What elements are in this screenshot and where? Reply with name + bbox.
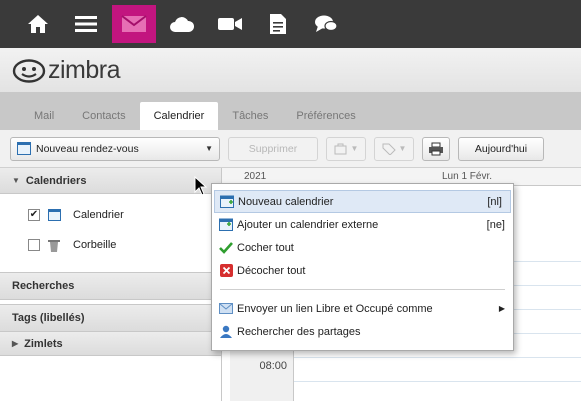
menu-item-label: Rechercher des partages	[237, 325, 361, 338]
trash-icon	[48, 239, 60, 252]
envelope-icon	[219, 302, 233, 316]
chevron-down-icon[interactable]: ▼	[205, 144, 213, 153]
menu-separator	[220, 289, 505, 290]
day-header-label: Lun 1 Févr.	[442, 171, 493, 182]
menu-item-shortcut: [nl]	[487, 195, 502, 208]
new-appointment-button[interactable]: Nouveau rendez-vous ▼	[10, 136, 220, 161]
logo-bar: zimbra	[0, 48, 581, 92]
menu-item-label: Cocher tout	[237, 241, 294, 254]
time-label: 08:00	[259, 360, 287, 372]
mail-icon	[121, 15, 147, 32]
app-mail[interactable]	[112, 5, 156, 43]
submenu-arrow-icon: ▶	[498, 304, 505, 313]
delete-button[interactable]: Supprimer	[228, 136, 318, 161]
print-button[interactable]	[422, 136, 450, 161]
zimbra-logo: zimbra	[12, 56, 121, 85]
app-bar	[0, 0, 581, 48]
zimbra-logo-icon	[12, 58, 46, 83]
expand-arrow-icon[interactable]: ▶	[12, 339, 18, 348]
printer-icon	[429, 142, 443, 155]
calendar-item-label: Corbeille	[73, 239, 117, 251]
tags-header[interactable]: Tags (libellés)	[0, 304, 221, 332]
menu-item-label: Ajouter un calendrier externe	[237, 218, 379, 231]
calendar-item-corbeille[interactable]: Corbeille	[0, 230, 221, 260]
tab-contacts[interactable]: Contacts	[68, 102, 139, 130]
tab-calendar[interactable]: Calendrier	[139, 102, 219, 130]
collapse-arrow-icon[interactable]: ▼	[12, 176, 20, 185]
calendar-external-icon	[219, 218, 233, 232]
tab-mail[interactable]: Mail	[20, 102, 68, 130]
menu-item-label: Envoyer un lien Libre et Occupé comme	[237, 302, 433, 315]
menu-icon	[75, 16, 97, 32]
year-fragment: 2021	[244, 171, 267, 182]
zimlets-header[interactable]: ▶ Zimlets	[0, 332, 221, 356]
tags-header-label: Tags (libellés)	[12, 312, 85, 324]
tag-icon	[382, 143, 396, 155]
users-icon	[219, 325, 233, 339]
logo-text: zimbra	[48, 56, 121, 84]
app-tabs: Mail Contacts Calendrier Tâches Préféren…	[0, 92, 581, 130]
zimlets-header-label: Zimlets	[24, 337, 63, 350]
uncheck-icon	[219, 264, 233, 278]
menu-item-find-shares[interactable]: Rechercher des partages	[212, 320, 513, 343]
checkmark-icon	[219, 241, 233, 255]
app-video[interactable]	[208, 5, 252, 43]
calendar-icon	[17, 142, 31, 155]
today-button[interactable]: Aujourd'hui	[458, 136, 544, 161]
mouse-pointer-icon	[194, 176, 208, 196]
overview-panel: ▼ Calendriers ✔ Calendrier Corbeille Rec…	[0, 168, 222, 401]
calendar-icon	[48, 209, 61, 221]
trash-checkbox[interactable]	[28, 239, 40, 251]
calendar-item-calendrier[interactable]: ✔ Calendrier	[0, 200, 221, 230]
calendar-checkbox[interactable]: ✔	[28, 209, 40, 221]
delete-label: Supprimer	[248, 142, 298, 155]
app-drive[interactable]	[160, 5, 204, 43]
calendar-item-label: Calendrier	[73, 209, 124, 221]
today-label: Aujourd'hui	[474, 142, 528, 155]
menu-item-label: Décocher tout	[237, 264, 306, 277]
calendars-header-label: Calendriers	[25, 174, 87, 187]
searches-header-label: Recherches	[12, 280, 75, 292]
app-chat[interactable]	[304, 5, 348, 43]
app-home[interactable]	[16, 5, 60, 43]
video-icon	[218, 18, 242, 30]
calendar-add-icon	[220, 195, 234, 209]
menu-item-add-external-calendar[interactable]: Ajouter un calendrier externe [ne]	[212, 213, 513, 236]
menu-item-send-freebusy-link[interactable]: Envoyer un lien Libre et Occupé comme ▶	[212, 297, 513, 320]
move-calendar-icon	[334, 143, 347, 154]
searches-header[interactable]: Recherches	[0, 272, 221, 300]
tag-button[interactable]: ▼	[374, 136, 414, 161]
menu-item-label: Nouveau calendrier	[238, 195, 334, 208]
cloud-icon	[170, 17, 195, 32]
calendars-header[interactable]: ▼ Calendriers	[0, 168, 221, 194]
chevron-down-icon: ▼	[350, 144, 359, 153]
menu-item-shortcut: [ne]	[486, 218, 505, 231]
tab-tasks[interactable]: Tâches	[218, 102, 282, 130]
app-documents[interactable]	[256, 5, 300, 43]
app-menu[interactable]	[64, 5, 108, 43]
calendar-context-menu: Nouveau calendrier [nl] Ajouter un calen…	[211, 183, 514, 351]
menu-item-new-calendar[interactable]: Nouveau calendrier [nl]	[214, 190, 511, 213]
menu-item-check-all[interactable]: Cocher tout	[212, 236, 513, 259]
document-icon	[270, 14, 286, 34]
move-button[interactable]: ▼	[326, 136, 366, 161]
new-appointment-label: Nouveau rendez-vous	[36, 142, 139, 155]
chat-icon	[315, 15, 338, 32]
menu-item-uncheck-all[interactable]: Décocher tout	[212, 259, 513, 282]
tab-preferences[interactable]: Préférences	[282, 102, 369, 130]
calendar-toolbar: Nouveau rendez-vous ▼ Supprimer ▼ ▼ Aujo…	[0, 130, 581, 168]
chevron-down-icon: ▼	[398, 144, 407, 153]
home-icon	[28, 15, 48, 33]
